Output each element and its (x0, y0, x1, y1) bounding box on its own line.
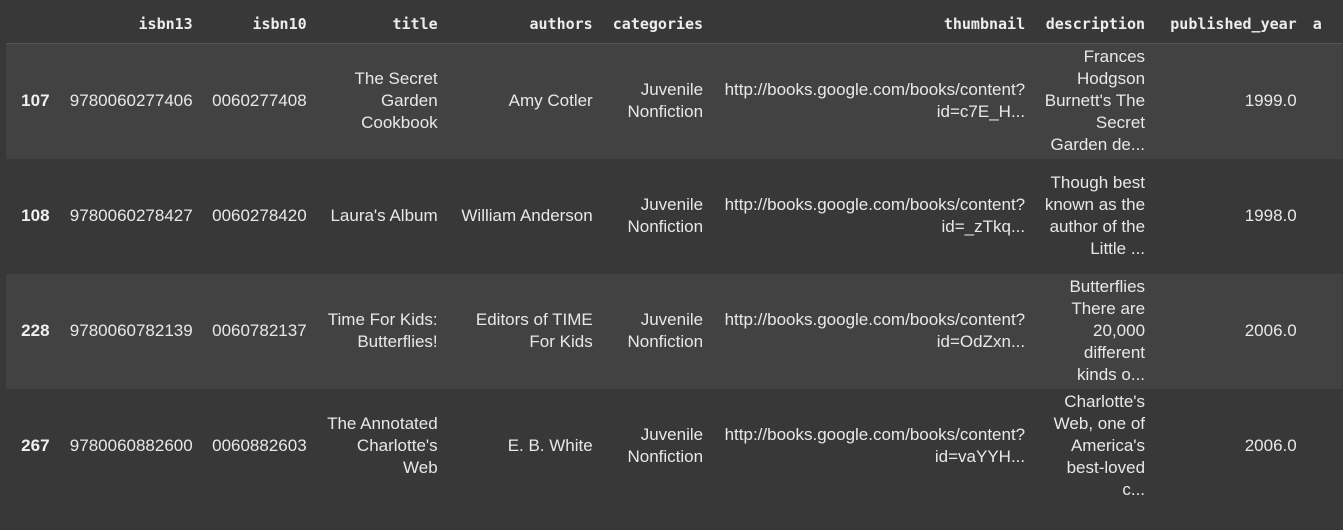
cell-isbn10: 0060277408 (200, 43, 315, 159)
column-header-isbn13: isbn13 (57, 5, 201, 44)
cell-isbn10: 0060278420 (200, 158, 315, 274)
cell-thumbnail: http://books.google.com/books/content?id… (711, 273, 1034, 389)
cell-description: Butterflies There are 20,000 different k… (1033, 273, 1154, 389)
row-index: 228 (6, 273, 58, 389)
cell-authors: Editors of TIME For Kids (445, 273, 601, 389)
cell-published-year: 1999.0 (1153, 43, 1305, 159)
cell-title: The Secret Garden Cookbook (314, 43, 446, 159)
table-row: 267 9780060882600 0060882603 The Annotat… (6, 388, 1343, 504)
cell-thumbnail: http://books.google.com/books/content?id… (711, 158, 1034, 274)
cell-description: Though best known as the author of the L… (1033, 158, 1154, 274)
cell-isbn13: 9780060277406 (57, 43, 201, 159)
cell-isbn13: 9780060278427 (57, 158, 201, 274)
cell-published-year: 1998.0 (1153, 158, 1305, 274)
cell-categories: Juvenile Nonfiction (600, 273, 712, 389)
row-index: 267 (6, 388, 58, 504)
cell-isbn10: 0060782137 (200, 273, 315, 389)
cell-categories: Juvenile Nonfiction (600, 43, 712, 159)
cell-categories: Juvenile Nonfiction (600, 158, 712, 274)
dataframe-output: isbn13 isbn10 title authors categories t… (0, 0, 1343, 530)
cell-authors: Amy Cotler (445, 43, 601, 159)
cell-authors: William Anderson (445, 158, 601, 274)
column-header-index (6, 5, 58, 44)
row-index: 108 (6, 158, 58, 274)
cell-published-year: 2006.0 (1153, 388, 1305, 504)
column-header-thumbnail: thumbnail (711, 5, 1034, 44)
column-header-categories: categories (600, 5, 712, 44)
cell-truncated (1304, 43, 1343, 159)
column-header-published-year: published_year (1153, 5, 1305, 44)
table-row: 228 9780060782139 0060782137 Time For Ki… (6, 273, 1343, 389)
cell-categories: Juvenile Nonfiction (600, 388, 712, 504)
cell-published-year: 2006.0 (1153, 273, 1305, 389)
cell-truncated (1304, 158, 1343, 274)
cell-thumbnail: http://books.google.com/books/content?id… (711, 43, 1034, 159)
cell-title: The Annotated Charlotte's Web (314, 388, 446, 504)
column-header-truncated: a (1304, 5, 1343, 44)
cell-isbn10: 0060882603 (200, 388, 315, 504)
cell-truncated (1304, 273, 1343, 389)
cell-description: Frances Hodgson Burnett's The Secret Gar… (1033, 43, 1154, 159)
cell-title: Time For Kids: Butterflies! (314, 273, 446, 389)
cell-description: Charlotte's Web, one of America's best-l… (1033, 388, 1154, 504)
cell-isbn13: 9780060782139 (57, 273, 201, 389)
column-header-authors: authors (445, 5, 601, 44)
cell-truncated (1304, 388, 1343, 504)
column-header-isbn10: isbn10 (200, 5, 315, 44)
header-row: isbn13 isbn10 title authors categories t… (6, 5, 1343, 44)
dataframe-table: isbn13 isbn10 title authors categories t… (6, 5, 1343, 504)
cell-title: Laura's Album (314, 158, 446, 274)
table-row: 108 9780060278427 0060278420 Laura's Alb… (6, 158, 1343, 274)
column-header-title: title (314, 5, 446, 44)
cell-authors: E. B. White (445, 388, 601, 504)
column-header-description: description (1033, 5, 1154, 44)
row-index: 107 (6, 43, 58, 159)
cell-thumbnail: http://books.google.com/books/content?id… (711, 388, 1034, 504)
cell-isbn13: 9780060882600 (57, 388, 201, 504)
table-row: 107 9780060277406 0060277408 The Secret … (6, 43, 1343, 159)
